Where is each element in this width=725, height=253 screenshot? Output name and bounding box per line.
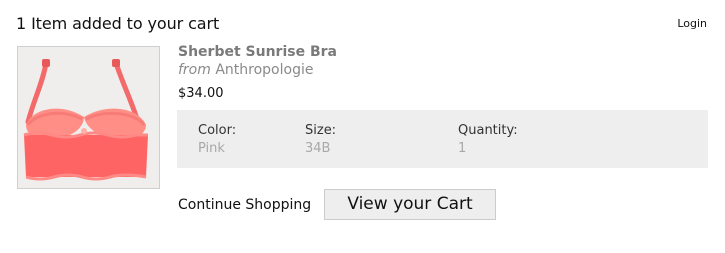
color-label: Color: (198, 123, 237, 138)
brand-name: Anthropologie (215, 62, 314, 78)
color-option: Color: Pink (198, 123, 236, 156)
quantity-option: Quantity: 1 (458, 123, 518, 156)
cart-added-heading: 1 Item added to your cart (16, 14, 220, 33)
quantity-label: Quantity: (458, 123, 518, 138)
cart-confirmation-page: 1 Item added to your cart Login Sherbet … (0, 0, 725, 253)
size-option: Size: 34B (305, 123, 336, 156)
product-brand-line: from Anthropologie (178, 62, 313, 78)
product-image[interactable] (17, 46, 160, 189)
view-cart-button[interactable]: View your Cart (324, 189, 496, 220)
size-label: Size: (305, 123, 337, 138)
product-price: $34.00 (178, 86, 224, 101)
from-label: from (178, 62, 211, 78)
product-options-panel: Color: Pink Size: 34B Quantity: 1 (177, 110, 708, 168)
bra-photo-icon (18, 47, 159, 188)
color-value: Pink (198, 141, 225, 156)
continue-shopping-link[interactable]: Continue Shopping (178, 197, 311, 213)
size-value: 34B (305, 141, 331, 156)
product-name[interactable]: Sherbet Sunrise Bra (178, 44, 337, 60)
quantity-value: 1 (458, 141, 467, 156)
login-link[interactable]: Login (677, 17, 707, 30)
